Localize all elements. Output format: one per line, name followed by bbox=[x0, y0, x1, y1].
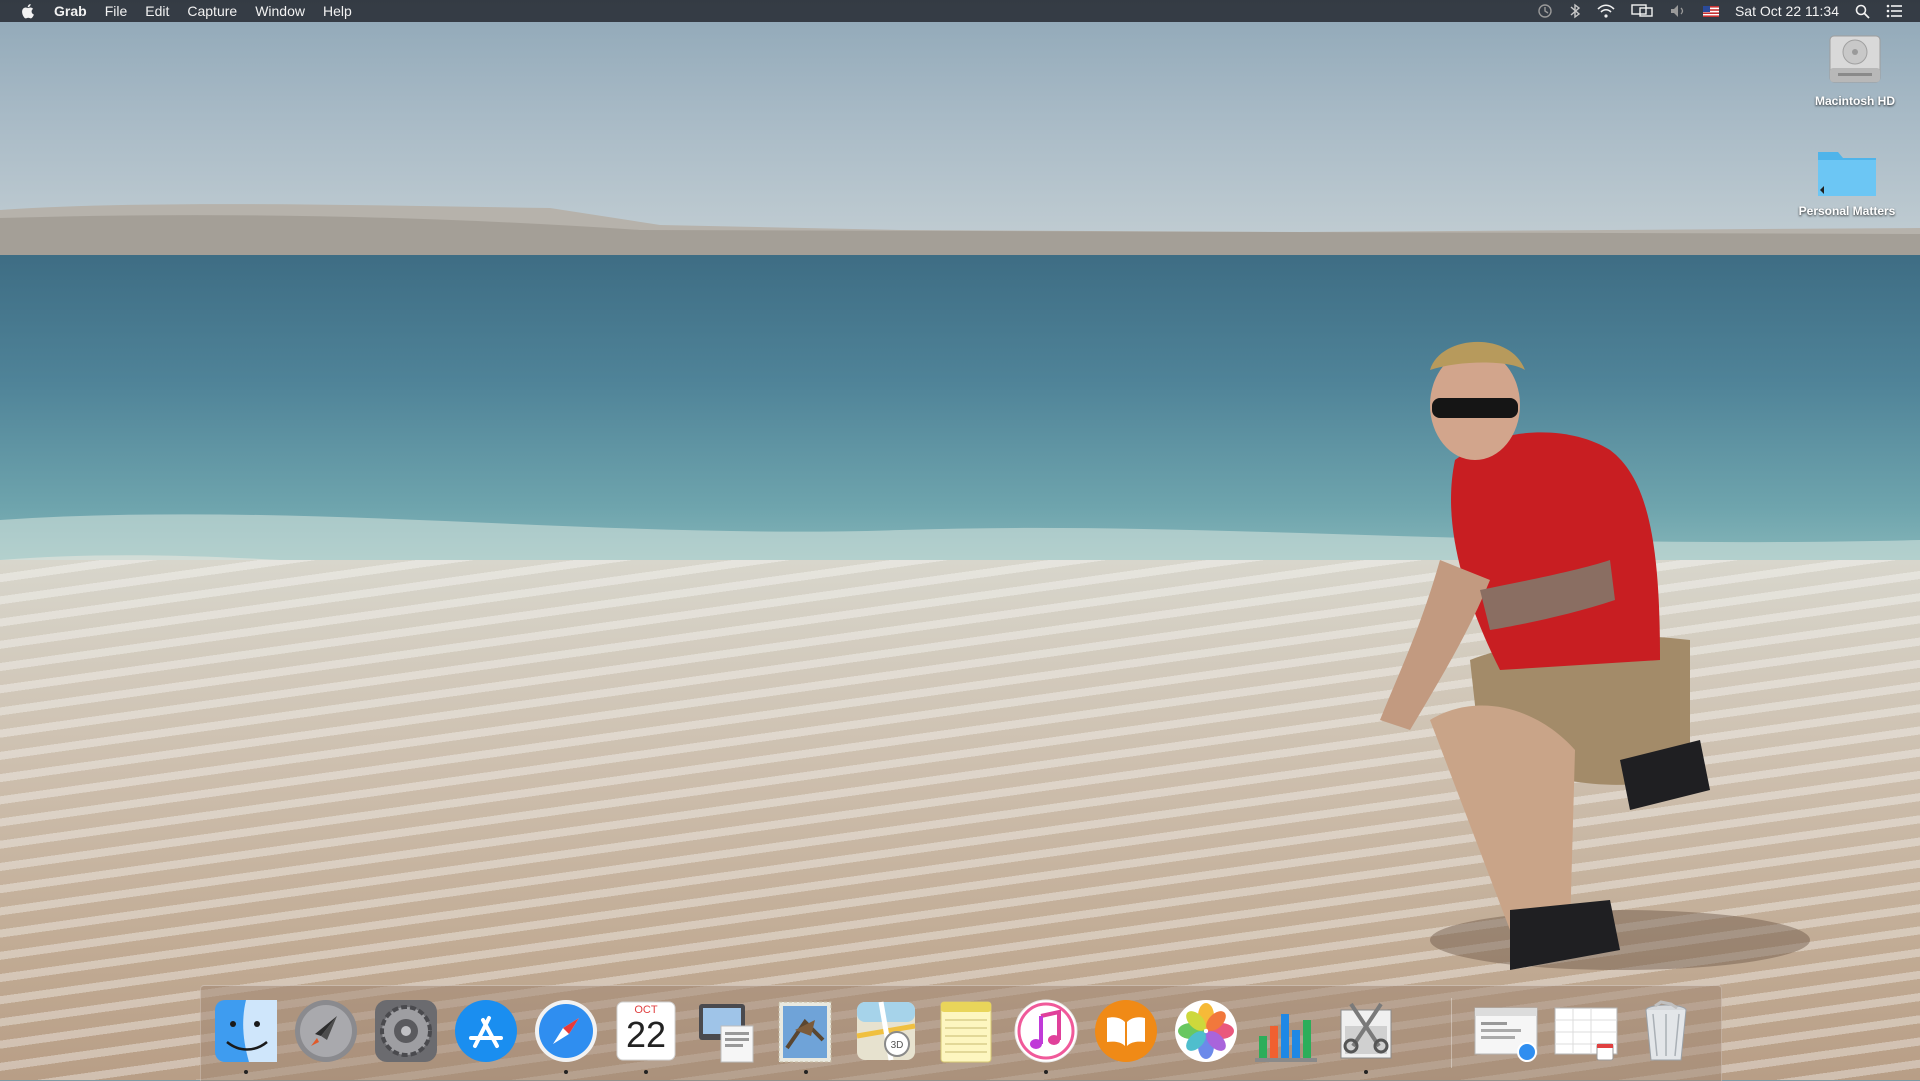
running-indicator bbox=[1044, 1070, 1048, 1074]
menu-file[interactable]: File bbox=[105, 0, 128, 22]
running-indicator bbox=[644, 1070, 648, 1074]
dock-numbers[interactable] bbox=[1251, 996, 1321, 1066]
dock-calendar-document[interactable] bbox=[1551, 996, 1621, 1066]
dock-ibooks[interactable] bbox=[1091, 996, 1161, 1066]
photos-icon bbox=[1175, 1000, 1237, 1062]
dock-calendar[interactable]: OCT 22 bbox=[611, 996, 681, 1074]
dock-mail[interactable] bbox=[771, 996, 841, 1074]
desktop-icon-macintosh-hd[interactable]: Macintosh HD bbox=[1800, 28, 1910, 108]
trash-icon bbox=[1645, 1000, 1687, 1061]
notification-center-icon[interactable] bbox=[1886, 4, 1902, 18]
dock-notes[interactable] bbox=[931, 996, 1001, 1066]
desktop-icon-personal-matters[interactable]: Personal Matters bbox=[1792, 144, 1902, 218]
running-indicator bbox=[244, 1070, 248, 1074]
maps-icon: 3D bbox=[856, 1001, 916, 1061]
dock-separator bbox=[1451, 998, 1452, 1068]
grab-icon bbox=[1340, 1002, 1392, 1059]
running-indicator bbox=[1364, 1070, 1368, 1074]
itunes-icon bbox=[1014, 999, 1078, 1063]
calendar-document-icon bbox=[1554, 1007, 1618, 1061]
ibooks-icon bbox=[1095, 1000, 1157, 1062]
dock: OCT 22 3D bbox=[200, 985, 1722, 1081]
hard-drive-icon bbox=[1829, 35, 1881, 83]
menu-app-grab[interactable]: Grab bbox=[54, 0, 87, 22]
finder-icon bbox=[215, 1000, 277, 1062]
menu-capture[interactable]: Capture bbox=[187, 0, 237, 22]
folder-icon bbox=[1818, 152, 1876, 196]
input-source-flag-icon[interactable] bbox=[1702, 5, 1719, 17]
time-machine-icon[interactable] bbox=[1537, 3, 1553, 19]
dock-finder[interactable] bbox=[211, 996, 281, 1074]
calendar-day: 22 bbox=[625, 1014, 667, 1055]
wifi-icon[interactable] bbox=[1597, 4, 1615, 18]
dock-safari[interactable] bbox=[531, 996, 601, 1074]
menu-window[interactable]: Window bbox=[255, 0, 305, 22]
app-store-icon bbox=[455, 1000, 517, 1062]
safari-document-icon bbox=[1474, 1007, 1538, 1062]
safari-icon bbox=[535, 1000, 597, 1062]
menu-edit[interactable]: Edit bbox=[145, 0, 169, 22]
dock-trash[interactable] bbox=[1631, 996, 1701, 1066]
dock-grab[interactable] bbox=[1331, 996, 1401, 1074]
launchpad-icon bbox=[295, 1000, 357, 1062]
desktop-icon-label: Personal Matters bbox=[1798, 204, 1896, 218]
dock-app-store[interactable] bbox=[451, 996, 521, 1066]
volume-icon[interactable] bbox=[1669, 3, 1687, 19]
mail-icon bbox=[778, 1001, 832, 1063]
notes-icon bbox=[940, 1001, 992, 1063]
menu-help[interactable]: Help bbox=[323, 0, 352, 22]
dock-itunes[interactable] bbox=[1011, 996, 1081, 1074]
numbers-icon bbox=[1255, 1014, 1317, 1062]
preview-icon bbox=[699, 1004, 754, 1063]
running-indicator bbox=[564, 1070, 568, 1074]
desktop-wallpaper bbox=[0, 0, 1920, 1080]
system-preferences-icon bbox=[375, 1000, 437, 1062]
spotlight-search-icon[interactable] bbox=[1855, 4, 1870, 19]
dock-launchpad[interactable] bbox=[291, 996, 361, 1066]
wallpaper-person bbox=[1380, 341, 1810, 970]
dock-preview[interactable] bbox=[691, 996, 761, 1066]
apple-menu-icon[interactable] bbox=[20, 3, 34, 19]
running-indicator bbox=[804, 1070, 808, 1074]
svg-text:3D: 3D bbox=[891, 1040, 904, 1051]
dock-safari-document[interactable] bbox=[1471, 996, 1541, 1066]
bluetooth-icon[interactable] bbox=[1569, 3, 1581, 19]
airplay-display-icon[interactable] bbox=[1631, 3, 1653, 19]
dock-system-preferences[interactable] bbox=[371, 996, 441, 1066]
dock-maps[interactable]: 3D bbox=[851, 996, 921, 1066]
menu-bar: Grab File Edit Capture Window Help Sat O… bbox=[0, 0, 1920, 22]
menubar-clock[interactable]: Sat Oct 22 11:34 bbox=[1735, 3, 1839, 19]
dock-photos[interactable] bbox=[1171, 996, 1241, 1066]
desktop-icon-label: Macintosh HD bbox=[1814, 94, 1895, 108]
